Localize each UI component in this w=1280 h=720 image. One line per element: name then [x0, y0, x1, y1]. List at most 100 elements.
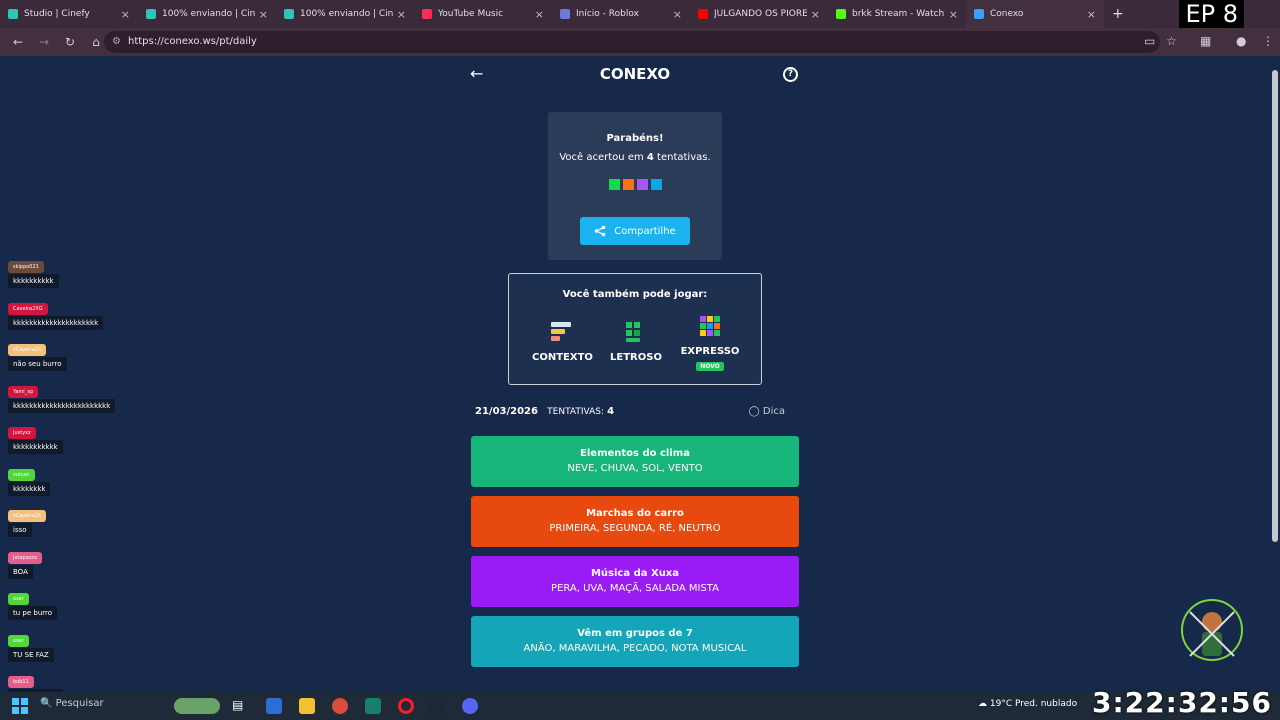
browser-tab[interactable]: Studio | Cinefy ×: [0, 0, 138, 28]
reload-icon[interactable]: ↻: [62, 35, 78, 49]
lightbulb-icon: ◯: [748, 406, 760, 417]
letroso-logo-icon: [626, 322, 640, 342]
steam-icon[interactable]: [429, 698, 445, 714]
tab-favicon-icon: [8, 9, 18, 19]
chat-text: BOA: [8, 564, 33, 579]
puzzle-date: 21/03/2026: [475, 406, 538, 417]
chat-text: isso: [8, 523, 32, 537]
tab-favicon-icon: [836, 9, 846, 19]
back-icon[interactable]: ←: [10, 35, 26, 49]
page-title: CONEXO: [599, 65, 671, 83]
chat-message: user tu pe burro: [8, 593, 58, 620]
hint-button[interactable]: ◯ Dica: [749, 406, 786, 417]
tab-title: brkk Stream - Watch Live: [852, 9, 945, 19]
browser-tab-bar: Studio | Cinefy×100% enviando | Cinefy×1…: [0, 0, 1280, 28]
chat-message: user TU SE FAZ: [8, 634, 54, 662]
tab-close-icon[interactable]: ×: [397, 8, 406, 21]
tab-favicon-icon: [698, 9, 708, 19]
chat-text: não seu burro: [8, 357, 67, 371]
attempts-count: 4: [607, 406, 615, 417]
back-arrow-icon[interactable]: ←: [470, 64, 483, 83]
game-expresso[interactable]: EXPRESSO NOVO: [679, 315, 741, 371]
menu-icon[interactable]: ⋮: [1262, 34, 1274, 48]
chat-text: kkkkkkkk: [8, 481, 51, 496]
tab-close-icon[interactable]: ×: [673, 8, 682, 21]
tv-gordinho-logo: [1181, 599, 1243, 661]
site-info-icon[interactable]: ⚙: [112, 31, 121, 53]
group-words: PRIMEIRA, SEGUNDA, RÉ, NEUTRO: [549, 523, 721, 534]
expresso-logo-icon: [700, 316, 720, 336]
tab-favicon-icon: [422, 9, 432, 19]
tab-favicon-icon: [146, 9, 156, 19]
task-view-icon[interactable]: ▤: [232, 698, 248, 714]
chat-username: Yami_xp: [8, 385, 39, 398]
chrome-icon[interactable]: [332, 698, 348, 714]
chat-message: Yami_xp kkkkkkkkkkkkkkkkkkkkkkkk: [8, 385, 116, 413]
chat-username: user: [8, 593, 29, 605]
congrats-message: Você acertou em 4 tentativas.: [559, 152, 711, 163]
browser-tab[interactable]: 100% enviando | Cinefy ×: [138, 0, 276, 28]
app-icon[interactable]: [365, 698, 381, 714]
chat-username: Jotapazzo: [8, 551, 43, 564]
share-button[interactable]: Compartilhe: [580, 217, 690, 245]
group-words: PERA, UVA, MAÇÃ, SALADA MISTA: [551, 583, 719, 594]
chat-message: Justyxz kkkkkkkkkkk: [8, 427, 63, 454]
file-explorer-icon[interactable]: [299, 698, 315, 714]
tab-title: JULGANDO OS PIORES C: [714, 9, 807, 19]
solved-group: Vêm em grupos de 7 ANÃO, MARAVILHA, PECAD…: [471, 616, 799, 667]
group-name: Elementos do clima: [580, 448, 690, 459]
url-text: https://conexo.ws/pt/daily: [128, 36, 257, 47]
chat-username: user: [8, 634, 29, 647]
chat-username: zCaveira2X: [8, 510, 47, 522]
forward-icon[interactable]: →: [36, 35, 52, 49]
browser-tab[interactable]: Início - Roblox ×: [552, 0, 690, 28]
opera-icon[interactable]: [398, 698, 414, 714]
search-highlight-icon[interactable]: [174, 698, 220, 714]
game-label: EXPRESSO: [680, 346, 740, 357]
profile-avatar[interactable]: ●: [1236, 34, 1246, 48]
tab-close-icon[interactable]: ×: [1087, 8, 1096, 21]
game-contexto[interactable]: CONTEXTO: [532, 321, 593, 363]
cast-icon[interactable]: ▭: [1144, 34, 1155, 48]
game-label: CONTEXTO: [532, 352, 593, 363]
help-icon[interactable]: ?: [783, 67, 798, 82]
browser-tab[interactable]: YouTube Music ×: [414, 0, 552, 28]
chat-username: skippo021: [8, 261, 44, 273]
scrollbar-thumb[interactable]: [1272, 70, 1278, 542]
chat-message: skippo021 kkkkkkkkkk: [8, 261, 59, 288]
bookmark-star-icon[interactable]: ☆: [1166, 34, 1177, 48]
congrats-title: Parabéns!: [606, 133, 664, 144]
discord-icon[interactable]: [462, 698, 478, 714]
tab-close-icon[interactable]: ×: [259, 8, 268, 21]
address-bar[interactable]: ⚙ https://conexo.ws/pt/daily: [104, 31, 1160, 53]
chat-text: tu pe burro: [8, 606, 58, 620]
taskbar-search[interactable]: 🔍 Pesquisar: [40, 698, 104, 709]
conexo-page: ← CONEXO ? Parabéns! Você acertou em 4 t…: [0, 56, 1270, 692]
browser-tab[interactable]: Conexo ×: [966, 0, 1104, 28]
result-square: [608, 179, 620, 190]
windows-taskbar: 🔍 Pesquisar ▤ ☁ 19°C Pred. nublado: [0, 692, 1280, 720]
tab-close-icon[interactable]: ×: [535, 8, 544, 21]
browser-tab[interactable]: JULGANDO OS PIORES C ×: [690, 0, 828, 28]
home-icon[interactable]: ⌂: [88, 35, 104, 49]
puzzle-info-row: 21/03/2026 TENTATIVAS: 4 ◯ Dica: [475, 406, 799, 417]
tab-close-icon[interactable]: ×: [811, 8, 820, 21]
browser-tab[interactable]: brkk Stream - Watch Live ×: [828, 0, 966, 28]
windows-start-icon[interactable]: [12, 698, 28, 714]
new-tab-button[interactable]: +: [1112, 6, 1124, 22]
browser-tab[interactable]: 100% enviando | Cinefy ×: [276, 0, 414, 28]
congrats-card: Parabéns! Você acertou em 4 tentativas. …: [548, 112, 722, 260]
contexto-logo-icon: [551, 322, 571, 341]
store-icon[interactable]: [266, 698, 282, 714]
tab-close-icon[interactable]: ×: [121, 8, 130, 21]
tab-close-icon[interactable]: ×: [949, 8, 958, 21]
extensions-icon[interactable]: ▦: [1200, 34, 1211, 48]
weather-widget[interactable]: ☁ 19°C Pred. nublado: [978, 699, 1077, 709]
group-words: ANÃO, MARAVILHA, PECADO, NOTA MUSICAL: [523, 643, 747, 654]
solved-group: Música da Xuxa PERA, UVA, MAÇÃ, SALADA MI…: [471, 556, 799, 607]
chat-message: Jotapazzo BOA: [8, 551, 43, 579]
chat-message: zCaveira2X não seu burro: [8, 344, 67, 371]
game-letroso[interactable]: LETROSO: [607, 321, 665, 363]
chat-text: kkkkkkkkkkkkkkkkkkkkkkkk: [8, 398, 116, 413]
chat-message: vulcan kkkkkkkk: [8, 468, 51, 496]
